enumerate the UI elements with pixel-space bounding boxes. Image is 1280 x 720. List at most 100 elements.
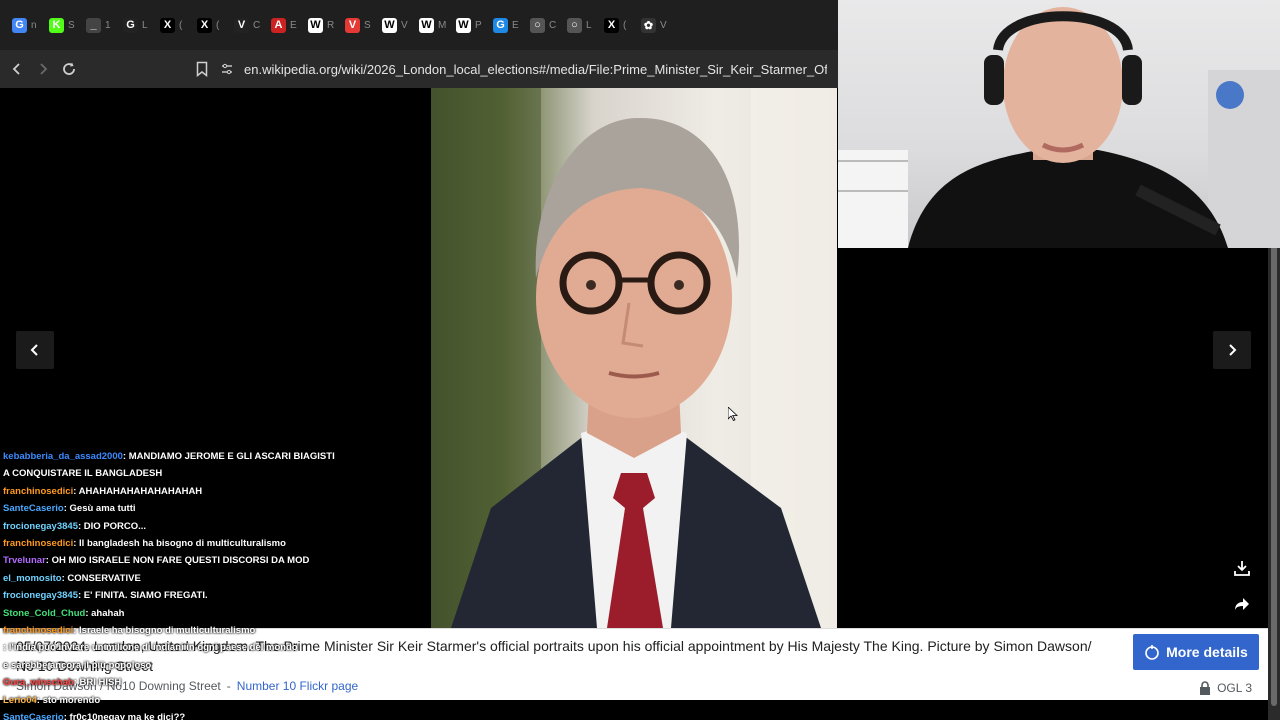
more-details-label: More details bbox=[1166, 644, 1248, 660]
chat-text: : AHAHAHAHAHAHAHAHAH bbox=[73, 485, 203, 497]
url-text[interactable]: en.wikipedia.org/wiki/2026_London_local_… bbox=[244, 62, 827, 77]
chat-text: : MANDIAMO JEROME E GLI ASCARI BIAGISTI bbox=[122, 451, 335, 462]
chat-text: : E' FINITA. SIAMO FREGATI. bbox=[77, 590, 208, 602]
webcam-overlay bbox=[838, 0, 1280, 248]
chat-text: : CONSERVATIVE bbox=[61, 572, 141, 584]
mouse-cursor-icon bbox=[728, 407, 738, 421]
screen: Gn K S _ 1 G L X(X(V C A E W R V S W V W M W P G E ○ C ○ L X(✿ V en.… bbox=[0, 0, 1280, 720]
chat-username: franchinosedici bbox=[3, 485, 74, 497]
chat-username: franchinosedici bbox=[3, 538, 74, 550]
chat-text: : OH MIO ISRAELE NON FARE QUESTI DISCORS… bbox=[45, 555, 310, 567]
chat-text: : Israele ha bisogno di multiculturalism… bbox=[73, 625, 256, 637]
tab-title: ( bbox=[623, 19, 627, 31]
browser-tab[interactable]: X( bbox=[154, 10, 191, 40]
portrait-illustration bbox=[431, 88, 837, 628]
download-button[interactable] bbox=[1228, 554, 1256, 582]
browser-toolbar: en.wikipedia.org/wiki/2026_London_local_… bbox=[0, 50, 838, 88]
tab-title: L bbox=[586, 19, 592, 31]
more-details-button[interactable]: More details bbox=[1133, 634, 1259, 670]
browser-tab[interactable]: VC bbox=[228, 10, 265, 40]
reload-button[interactable] bbox=[56, 56, 82, 82]
tab-title: V bbox=[401, 19, 408, 31]
tab-title: ( bbox=[216, 19, 220, 31]
chat-message: : l'india può inviare un milione di indi… bbox=[0, 639, 360, 656]
back-button[interactable] bbox=[4, 56, 30, 82]
tab-title: 1 bbox=[105, 19, 111, 31]
browser-tab[interactable]: WM bbox=[413, 10, 450, 40]
browser-tab[interactable]: ○ L bbox=[561, 10, 598, 40]
chat-username: el_momosito bbox=[3, 572, 62, 584]
chat-message: Gura_winschab: BRI HISH bbox=[0, 674, 360, 691]
chat-username: Trvelunar bbox=[3, 555, 46, 567]
lock-icon bbox=[1200, 681, 1211, 695]
chat-text: : fr0c10negay ma ke dici?? bbox=[63, 712, 186, 720]
next-image-button[interactable] bbox=[1213, 331, 1251, 369]
browser-tab[interactable]: WV bbox=[376, 10, 413, 40]
share-button[interactable] bbox=[1228, 590, 1256, 618]
browser-tab[interactable]: AE bbox=[265, 10, 302, 40]
stream-chat-overlay: kebabberia_da_assad2000: MANDIAMO JEROME… bbox=[0, 448, 360, 720]
chat-username: SanteCaserio bbox=[3, 712, 64, 720]
browser-tab[interactable]: VS bbox=[339, 10, 376, 40]
address-bar[interactable]: en.wikipedia.org/wiki/2026_London_local_… bbox=[220, 50, 827, 88]
browser-tab[interactable]: X( bbox=[598, 10, 635, 40]
forward-arrow-icon bbox=[40, 63, 48, 75]
chat-message: Stone_Cold_Chud: ahahah bbox=[0, 605, 360, 622]
chat-text: e sarebbe ancora il più popoloso bbox=[3, 659, 152, 671]
chat-text: : BRI HISH bbox=[73, 677, 122, 689]
vice-icon: V bbox=[234, 17, 249, 33]
chat-message: franchinosedici: Il bangladesh ha bisogn… bbox=[0, 535, 360, 552]
browser-tab[interactable]: KS bbox=[43, 10, 80, 40]
browser-tab[interactable]: GE bbox=[487, 10, 524, 40]
browser-tab[interactable]: ✿ V bbox=[635, 10, 672, 40]
browser-tab[interactable]: WP bbox=[450, 10, 487, 40]
tab-title: R bbox=[327, 19, 335, 31]
back-arrow-icon bbox=[12, 63, 20, 75]
chat-text: : l'india può inviare un milione di indi… bbox=[3, 642, 298, 654]
chat-message: frocionegay3845: DIO PORCO... bbox=[0, 518, 360, 535]
google-icon: G bbox=[12, 17, 27, 33]
tab-title: L bbox=[142, 19, 148, 31]
tab-title: C bbox=[253, 19, 261, 31]
download-icon bbox=[1234, 561, 1250, 576]
tab-title: V bbox=[660, 19, 667, 31]
info-icon bbox=[1145, 645, 1159, 660]
chat-text: A CONQUISTARE IL BANGLADESH bbox=[3, 468, 163, 480]
browser-tab[interactable]: _ 1 bbox=[80, 10, 117, 40]
chatgpt-icon: G bbox=[493, 17, 508, 33]
tab-title: M bbox=[438, 19, 447, 31]
chat-text: : ahahah bbox=[85, 607, 125, 619]
chat-username: frocionegay3845 bbox=[3, 590, 78, 602]
chat-username: franchinosedici bbox=[3, 625, 74, 637]
chat-username: frocionegay3845 bbox=[3, 520, 78, 532]
chevron-left-icon bbox=[30, 344, 38, 356]
forward-button[interactable] bbox=[30, 56, 56, 82]
browser-tab[interactable]: WR bbox=[302, 10, 339, 40]
bookmark-button[interactable] bbox=[189, 56, 215, 82]
portrait-image[interactable] bbox=[431, 88, 837, 628]
globe-icon: ○ bbox=[567, 17, 582, 33]
chat-message: franchinosedici: Israele ha bisogno di m… bbox=[0, 622, 360, 639]
browser-tab[interactable]: GL bbox=[117, 10, 154, 40]
wikipedia-icon: W bbox=[382, 17, 397, 33]
tab-icon: _ bbox=[86, 17, 101, 33]
browser-tab[interactable]: X( bbox=[191, 10, 228, 40]
browser-tab[interactable]: Gn bbox=[6, 10, 43, 40]
chat-message: franchinosedici: AHAHAHAHAHAHAHAHAH bbox=[0, 483, 360, 500]
chat-message: A CONQUISTARE IL BANGLADESH bbox=[0, 465, 360, 482]
bookmark-icon bbox=[196, 61, 208, 77]
wikipedia-icon: W bbox=[308, 17, 323, 33]
chat-username: kebabberia_da_assad2000 bbox=[3, 451, 123, 462]
site-info-icon[interactable] bbox=[220, 62, 234, 76]
chat-text: : Gesù ama tutti bbox=[63, 503, 136, 515]
previous-image-button[interactable] bbox=[16, 331, 54, 369]
chat-username: Stone_Cold_Chud bbox=[3, 607, 86, 619]
wikipedia-icon: W bbox=[456, 17, 471, 33]
license-badge[interactable]: OGL 3 bbox=[1199, 681, 1252, 695]
reddit-like-icon: A bbox=[271, 17, 286, 33]
bee-icon: ✿ bbox=[641, 17, 656, 33]
browser-tab[interactable]: ○ C bbox=[524, 10, 561, 40]
chat-message: kebabberia_da_assad2000: MANDIAMO JEROME… bbox=[0, 448, 360, 465]
chat-message: Trvelunar: OH MIO ISRAELE NON FARE QUEST… bbox=[0, 552, 360, 569]
globe-icon: ○ bbox=[530, 17, 545, 33]
